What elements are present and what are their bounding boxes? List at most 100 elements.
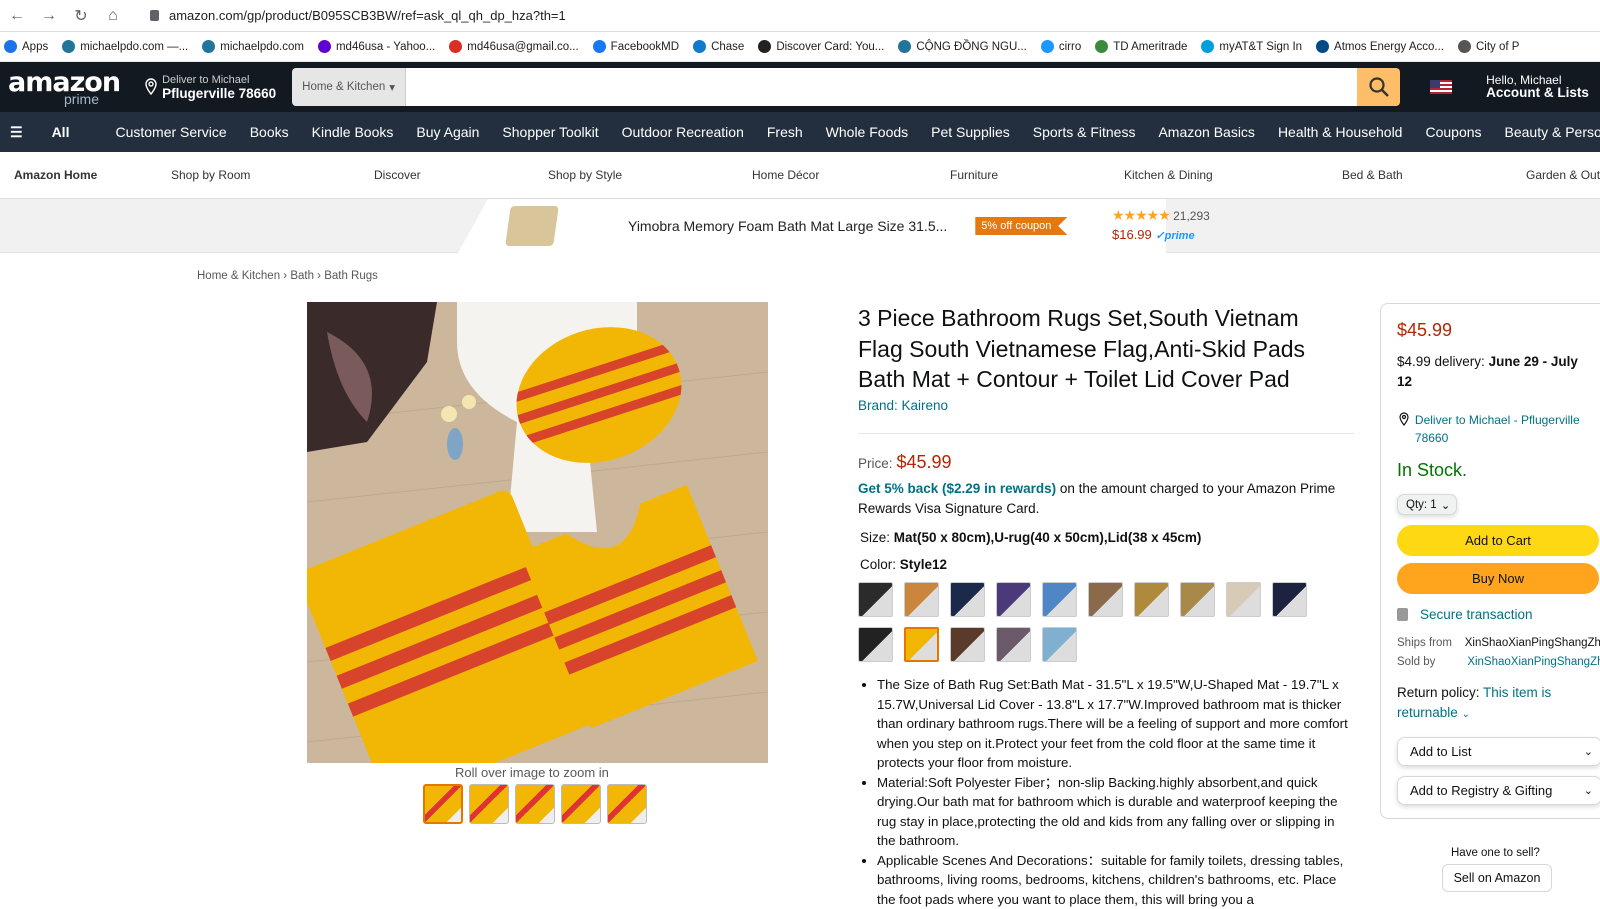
nav-item[interactable]: Pet Supplies xyxy=(931,124,1010,140)
brand-link[interactable]: Brand: Kaireno xyxy=(858,398,948,413)
subnav-item[interactable]: Bed & Bath xyxy=(1342,168,1403,182)
hamburger-icon: ☰ xyxy=(10,124,23,141)
subnav-item[interactable]: Amazon Home xyxy=(14,168,97,182)
subnav-item[interactable]: Kitchen & Dining xyxy=(1124,168,1213,182)
color-swatch[interactable] xyxy=(858,627,893,662)
add-to-registry-button[interactable]: Add to Registry & Gifting⌄ xyxy=(1397,776,1600,805)
color-swatch[interactable] xyxy=(1180,582,1215,617)
nav-item[interactable]: Beauty & Personal Care xyxy=(1505,124,1600,140)
bookmark-label: michaelpdo.com xyxy=(220,41,304,53)
subnav-item[interactable]: Home Décor xyxy=(752,168,819,182)
search-category-dropdown[interactable]: Home & Kitchen▾ xyxy=(292,68,406,106)
color-swatch[interactable] xyxy=(1042,627,1077,662)
thumbnail-5[interactable] xyxy=(607,784,647,824)
subnav-item[interactable]: Discover xyxy=(374,168,421,182)
thumbnail-1[interactable] xyxy=(423,784,463,824)
url-text[interactable]: amazon.com/gp/product/B095SCB3BW/ref=ask… xyxy=(169,8,566,23)
thumbnail-4[interactable] xyxy=(561,784,601,824)
bookmark-favicon-icon xyxy=(449,40,462,53)
sold-by-link[interactable]: XinShaoXianPingShangZhu xyxy=(1467,656,1600,668)
color-swatch[interactable] xyxy=(858,582,893,617)
add-to-cart-button[interactable]: Add to Cart xyxy=(1397,525,1599,556)
color-label: Color: xyxy=(860,557,900,572)
main-product-image[interactable] xyxy=(307,302,768,763)
bookmark-item[interactable]: michaelpdo.com xyxy=(202,40,304,53)
sponsored-thumbnail[interactable] xyxy=(505,206,559,246)
nav-item[interactable]: Books xyxy=(250,124,289,140)
bookmark-item[interactable]: Apps xyxy=(4,40,48,53)
nav-item[interactable]: Sports & Fitness xyxy=(1033,124,1136,140)
deliver-to[interactable]: Deliver to Michael Pflugerville 78660 xyxy=(144,74,276,101)
back-icon[interactable]: ← xyxy=(8,7,26,25)
nav-item[interactable]: Kindle Books xyxy=(312,124,394,140)
search-button[interactable] xyxy=(1357,68,1400,106)
search-input[interactable] xyxy=(406,68,1357,106)
add-to-list-button[interactable]: Add to List⌄ xyxy=(1397,737,1600,766)
subnav-item[interactable]: Shop by Style xyxy=(548,168,622,182)
nav-item[interactable]: Customer Service xyxy=(115,124,226,140)
secure-transaction[interactable]: Secure transaction xyxy=(1397,607,1533,622)
subnav-item[interactable]: Shop by Room xyxy=(171,168,250,182)
breadcrumb[interactable]: Home & Kitchen › Bath › Bath Rugs xyxy=(197,270,378,282)
sell-on-amazon-button[interactable]: Sell on Amazon xyxy=(1442,864,1552,892)
bookmarks-bar: Apps michaelpdo.com —... michaelpdo.com md4… xyxy=(0,32,1600,62)
bookmark-favicon-icon xyxy=(4,40,17,53)
bookmark-item[interactable]: Discover Card: You... xyxy=(758,40,884,53)
bookmark-item[interactable]: Atmos Energy Acco... xyxy=(1316,40,1444,53)
buy-now-button[interactable]: Buy Now xyxy=(1397,563,1599,594)
nav-item[interactable]: Health & Household xyxy=(1278,124,1403,140)
nav-item[interactable]: Shopper Toolkit xyxy=(502,124,598,140)
nav-item[interactable]: Fresh xyxy=(767,124,803,140)
sponsored-title[interactable]: Yimobra Memory Foam Bath Mat Large Size … xyxy=(628,218,947,234)
color-swatch[interactable] xyxy=(904,627,939,662)
all-menu-button[interactable]: ☰All xyxy=(10,124,92,141)
nav-item[interactable]: Outdoor Recreation xyxy=(622,124,744,140)
bookmark-item[interactable]: City of P xyxy=(1458,40,1519,53)
color-swatch[interactable] xyxy=(1226,582,1261,617)
us-flag-icon[interactable] xyxy=(1430,80,1452,94)
color-swatch[interactable] xyxy=(1042,582,1077,617)
color-swatch[interactable] xyxy=(996,582,1031,617)
color-swatch[interactable] xyxy=(904,582,939,617)
bookmark-label: cirro xyxy=(1059,41,1081,53)
thumbnail-3[interactable] xyxy=(515,784,555,824)
chevron-down-icon: ⌄ xyxy=(1441,498,1451,512)
forward-icon[interactable]: → xyxy=(40,7,58,25)
nav-item[interactable]: Whole Foods xyxy=(826,124,908,140)
address-bar[interactable]: amazon.com/gp/product/B095SCB3BW/ref=ask… xyxy=(150,8,566,23)
bookmark-item[interactable]: myAT&T Sign In xyxy=(1201,40,1302,53)
bookmark-item[interactable]: michaelpdo.com —... xyxy=(62,40,188,53)
bookmark-item[interactable]: CỘNG ĐỒNG NGU... xyxy=(898,40,1027,53)
bookmark-item[interactable]: cirro xyxy=(1041,40,1081,53)
color-swatch[interactable] xyxy=(1088,582,1123,617)
return-label: Return policy: xyxy=(1397,685,1483,700)
thumbnail-2[interactable] xyxy=(469,784,509,824)
size-label: Size: xyxy=(860,530,894,545)
quantity-dropdown[interactable]: Qty: 1⌄ xyxy=(1397,494,1457,515)
subnav-item[interactable]: Garden & Outdoor xyxy=(1526,168,1600,182)
color-swatch[interactable] xyxy=(950,627,985,662)
subnav-item[interactable]: Furniture xyxy=(950,168,998,182)
sponsored-product[interactable]: Yimobra Memory Foam Bath Mat Large Size … xyxy=(458,199,1166,253)
bookmark-favicon-icon xyxy=(593,40,606,53)
nav-item[interactable]: Amazon Basics xyxy=(1158,124,1254,140)
bookmark-item[interactable]: TD Ameritrade xyxy=(1095,40,1187,53)
nav-item[interactable]: Coupons xyxy=(1425,124,1481,140)
home-icon[interactable]: ⌂ xyxy=(104,7,122,25)
bookmark-item[interactable]: md46usa - Yahoo... xyxy=(318,40,435,53)
amazon-logo[interactable]: amazon prime xyxy=(8,69,120,106)
nav-item[interactable]: Buy Again xyxy=(416,124,479,140)
bookmark-item[interactable]: Chase xyxy=(693,40,744,53)
account-menu[interactable]: Hello, Michael Account & Lists xyxy=(1486,74,1589,101)
bookmark-item[interactable]: FacebookMD xyxy=(593,40,679,53)
color-swatch[interactable] xyxy=(1134,582,1169,617)
reload-icon[interactable]: ↻ xyxy=(72,6,90,26)
rewards-link[interactable]: Get 5% back ($2.29 in rewards) xyxy=(858,481,1056,496)
color-swatch[interactable] xyxy=(1272,582,1307,617)
sponsored-rating[interactable]: ★★★★★ 21,293 xyxy=(1112,207,1210,224)
deliver-to-link[interactable]: Deliver to Michael - Pflugerville 78660 xyxy=(1398,412,1598,447)
color-swatch[interactable] xyxy=(950,582,985,617)
bookmark-item[interactable]: md46usa@gmail.co... xyxy=(449,40,578,53)
chevron-down-icon[interactable]: ⌄ xyxy=(1584,745,1593,758)
color-swatch[interactable] xyxy=(996,627,1031,662)
